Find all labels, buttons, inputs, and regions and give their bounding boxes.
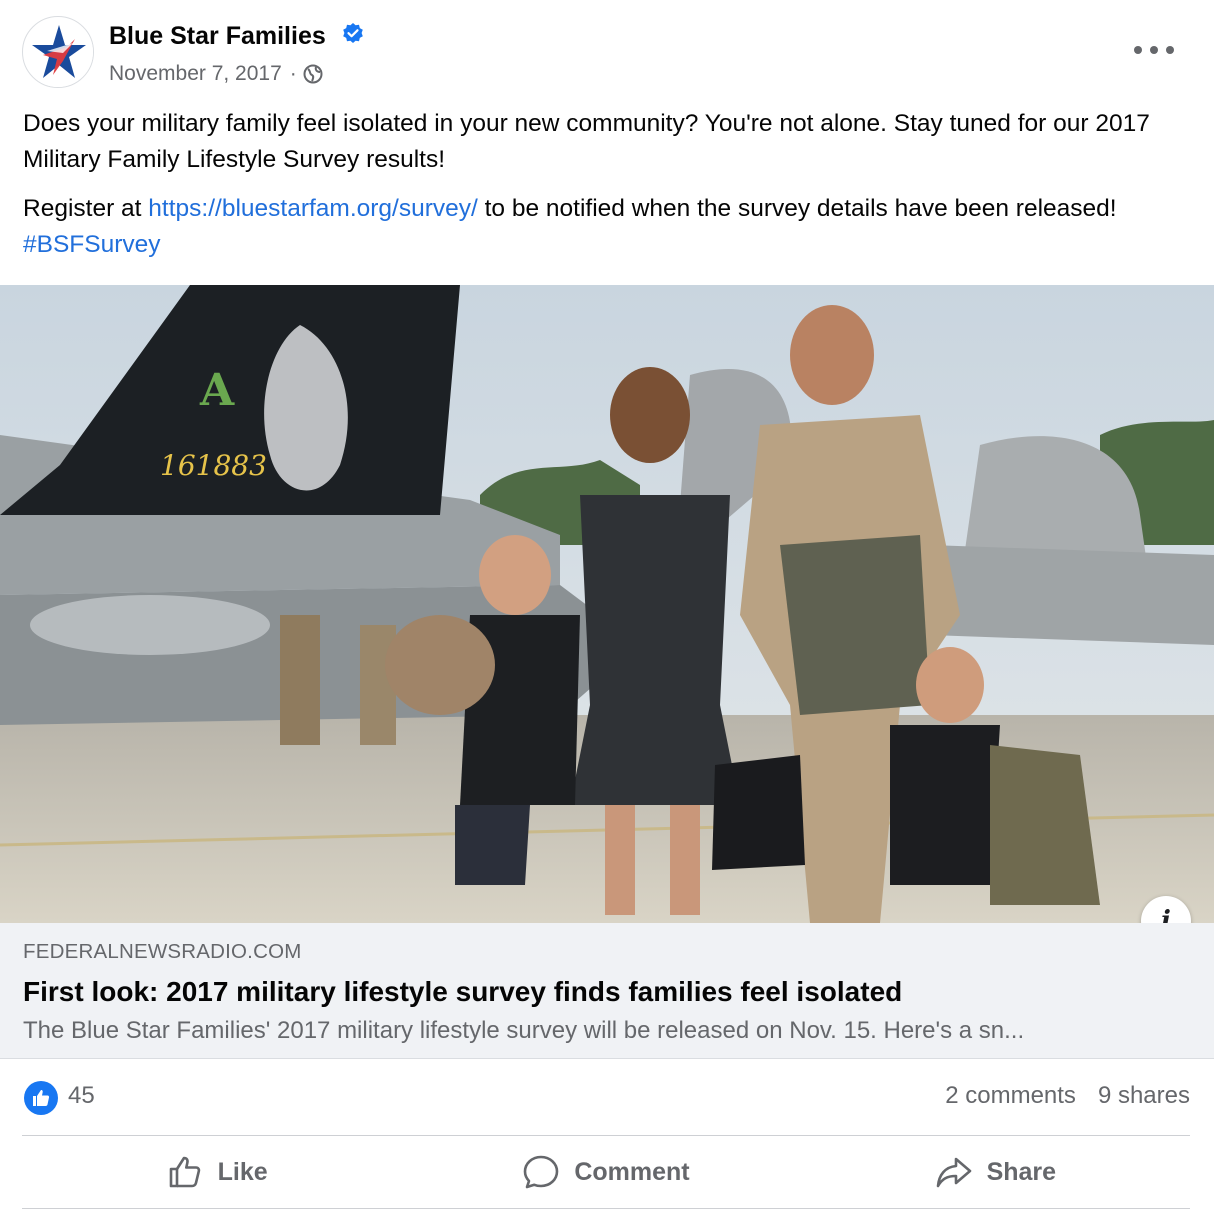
- post-text-segment: to be notified when the survey details h…: [477, 195, 1117, 222]
- like-button[interactable]: Like: [22, 1136, 411, 1208]
- thumbs-up-outline-icon: [169, 1156, 200, 1188]
- page-avatar[interactable]: [22, 16, 94, 88]
- more-dot: [1134, 46, 1142, 54]
- comment-share-counts: 2 comments 9 shares: [945, 1082, 1190, 1110]
- comment-button-label: Comment: [574, 1157, 690, 1186]
- share-arrow-icon: [936, 1157, 971, 1188]
- page-name[interactable]: Blue Star Families: [109, 20, 365, 52]
- post-meta: November 7, 2017 ·: [109, 60, 323, 88]
- more-dot: [1150, 46, 1158, 54]
- verified-badge-icon: [342, 23, 363, 44]
- like-button-label: Like: [217, 1157, 268, 1186]
- survey-link[interactable]: https://bluestarfam.org/survey/: [148, 195, 478, 222]
- share-count[interactable]: 9 shares: [1098, 1082, 1190, 1110]
- engagement-stats: 45 2 comments 9 shares: [22, 1078, 1190, 1118]
- link-headline[interactable]: First look: 2017 military lifestyle surv…: [23, 974, 902, 1010]
- post-header: Blue Star Families November 7, 2017 ·: [0, 0, 1214, 110]
- share-button-label: Share: [986, 1157, 1057, 1186]
- divider: [22, 1208, 1190, 1209]
- thumbs-up-icon: [33, 1090, 50, 1106]
- comment-count[interactable]: 2 comments: [945, 1082, 1076, 1110]
- more-dot: [1166, 46, 1174, 54]
- tail-letter-mark: A: [199, 365, 235, 416]
- like-reaction-icon[interactable]: [24, 1081, 58, 1115]
- post-paragraph-2: Register at https://bluestarfam.org/surv…: [23, 191, 1193, 263]
- share-button[interactable]: Share: [801, 1136, 1190, 1208]
- link-description: The Blue Star Families' 2017 military li…: [23, 1017, 1025, 1044]
- link-preview-image[interactable]: 161883 A: [0, 285, 1214, 923]
- more-options-button[interactable]: [1134, 36, 1174, 64]
- page-name-text[interactable]: Blue Star Families: [109, 22, 326, 50]
- comment-button[interactable]: Comment: [411, 1136, 800, 1208]
- tail-number: 161883: [160, 449, 267, 482]
- post-date[interactable]: November 7, 2017: [109, 60, 282, 88]
- post-paragraph-1: Does your military family feel isolated …: [23, 110, 1150, 173]
- post-text: Does your military family feel isolated …: [23, 106, 1193, 276]
- comment-bubble-icon: [524, 1155, 559, 1189]
- meta-separator: ·: [289, 62, 297, 85]
- like-count[interactable]: 45: [68, 1082, 95, 1110]
- globe-icon: [303, 64, 323, 84]
- link-domain: FEDERALNEWSRADIO.COM: [23, 940, 302, 963]
- action-bar: Like Comment Share: [22, 1136, 1190, 1208]
- post-text-segment: Register at: [23, 195, 149, 222]
- hashtag-link[interactable]: #BSFSurvey: [23, 231, 161, 258]
- blue-star-logo-icon: [24, 18, 93, 87]
- military-family-photo: 161883 A: [0, 285, 1214, 923]
